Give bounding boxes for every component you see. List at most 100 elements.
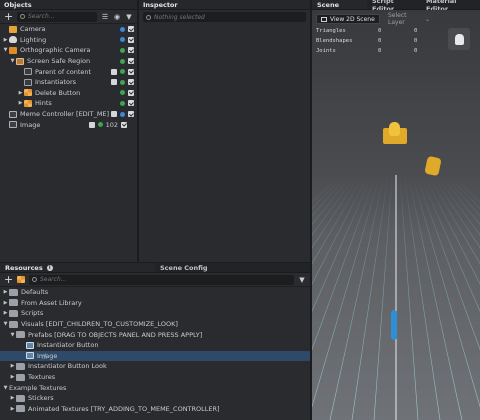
tab-scene-config[interactable]: Scene Config [155, 263, 310, 272]
folder-icon [9, 288, 18, 296]
tree-item-camera[interactable]: Camera [0, 24, 137, 35]
visibility-checkbox[interactable] [128, 36, 134, 43]
resource-folder-animated-textures[interactable]: ▶ Animated Textures [TRY_ADDING_TO_MEME_C… [0, 404, 310, 415]
expand-arrow-icon[interactable]: ▶ [2, 300, 9, 306]
tree-item-label: Hints [35, 99, 52, 108]
resource-folder-visuals[interactable]: ▼ Visuals [EDIT_CHILDREN_TO_CUSTOMIZE_LOO… [0, 319, 310, 330]
resource-folder-asset-library[interactable]: ▶ From Asset Library [0, 298, 310, 309]
visibility-checkbox[interactable] [128, 26, 134, 33]
tree-item-screen-safe-region[interactable]: ▼ Screen Safe Region [0, 56, 137, 67]
expand-arrow-icon[interactable]: ▼ [9, 58, 16, 64]
expand-arrow-icon[interactable]: ▶ [2, 289, 9, 295]
scene-viewport[interactable]: View 2D Scene Select Layer ⌄ Triangles 0 0… [312, 10, 480, 420]
tab-material-editor[interactable]: Material Editor [421, 0, 480, 13]
layer-dot [120, 100, 125, 106]
filter-icon[interactable]: ▼ [125, 13, 133, 21]
expand-arrow-icon[interactable]: ▶ [9, 406, 16, 412]
tree-item-meme-controller[interactable]: Meme Controller [EDIT_ME] [0, 109, 137, 120]
folder-icon [16, 394, 25, 402]
tab-resources-label: Resources [5, 263, 43, 272]
screen-transform-icon [24, 99, 32, 107]
row-controls [111, 68, 134, 75]
objects-panel: Objects + ☰ ◉ ▼ Camera ▶ Lighting ▼ Orth… [0, 0, 137, 262]
resource-folder-prefabs[interactable]: ▼ Prefabs [DRAG TO OBJECTS PANEL AND PRES… [0, 329, 310, 340]
scene-gizmo-icon[interactable] [448, 28, 470, 50]
add-object-icon[interactable]: + [4, 11, 13, 22]
tree-item-delete-button[interactable]: ▶ Delete Button [0, 88, 137, 99]
layer-dot [120, 37, 125, 43]
resource-folder-example-textures[interactable]: ▼ Example Textures [0, 382, 310, 393]
view-2d-scene-button[interactable]: View 2D Scene [316, 14, 380, 24]
stat-value: 0 [414, 48, 418, 54]
expand-arrow-icon[interactable]: ▶ [2, 310, 9, 316]
expand-arrow-icon[interactable]: ▶ [17, 90, 24, 96]
objects-search[interactable] [17, 11, 97, 22]
object-icon [9, 110, 17, 118]
visibility-checkbox[interactable] [128, 58, 134, 65]
objects-search-input[interactable] [28, 13, 94, 20]
tree-item-lighting[interactable]: ▶ Lighting [0, 35, 137, 46]
layer-dot [120, 26, 125, 32]
stat-row: Triangles 0 0 [316, 26, 450, 36]
eye-icon[interactable]: ◉ [113, 13, 121, 21]
stat-value: 0 [378, 48, 382, 54]
object-icon [9, 121, 17, 129]
tree-item-parent-of-content[interactable]: Parent of content [0, 66, 137, 77]
resource-prefab-image[interactable]: Image ☝ [0, 350, 310, 362]
resource-label: Textures [28, 373, 56, 382]
inspector-search[interactable] [143, 12, 306, 22]
visibility-checkbox[interactable] [128, 68, 134, 75]
tree-item-label: Instantiators [35, 78, 76, 87]
resources-toolbar: + ▼ [0, 273, 310, 287]
resource-folder-instantiator-button-look[interactable]: ▶ Instantiator Button Look [0, 361, 310, 372]
layer-count: 102 [105, 120, 118, 129]
tree-item-hints[interactable]: ▶ Hints [0, 98, 137, 109]
resource-folder-stickers[interactable]: ▶ Stickers [0, 393, 310, 404]
tab-resources[interactable]: Resources i [0, 263, 155, 272]
chevron-down-icon: ⌄ [424, 15, 430, 23]
expand-arrow-icon[interactable]: ▶ [9, 363, 16, 369]
visibility-checkbox[interactable] [128, 111, 134, 118]
expand-arrow-icon[interactable]: ▼ [2, 385, 9, 391]
info-icon[interactable]: i [46, 264, 53, 271]
scene-object-blue[interactable] [391, 310, 397, 340]
resources-search-input[interactable] [40, 276, 291, 283]
list-view-icon[interactable]: ☰ [101, 13, 109, 21]
tree-item-label: Camera [20, 25, 46, 34]
visibility-checkbox[interactable] [128, 47, 134, 54]
expand-arrow-icon[interactable]: ▶ [9, 374, 16, 380]
expand-arrow-icon[interactable]: ▶ [9, 395, 16, 401]
stat-value: 0 [414, 28, 418, 34]
tree-item-label: Orthographic Camera [20, 46, 91, 55]
expand-arrow-icon[interactable]: ▶ [2, 37, 9, 43]
resource-folder-scripts[interactable]: ▶ Scripts [0, 308, 310, 319]
folder-icon [9, 299, 18, 307]
tab-script-editor[interactable]: Script Editor [367, 0, 421, 13]
scene-object-yellow-figure[interactable] [389, 122, 400, 136]
folder-icon [16, 405, 25, 413]
tab-scene[interactable]: Scene [312, 0, 367, 9]
tree-item-orthographic-camera[interactable]: ▼ Orthographic Camera [0, 45, 137, 56]
visibility-checkbox[interactable] [128, 100, 134, 107]
resource-prefab-instantiator-button[interactable]: Instantiator Button [0, 340, 310, 351]
layer-dot [120, 111, 125, 117]
inspector-search-input[interactable] [154, 13, 303, 21]
tree-item-instantiators[interactable]: Instantiators [0, 77, 137, 88]
select-layer-dropdown[interactable]: Select Layer ⌄ [384, 12, 434, 26]
asset-library-icon[interactable] [17, 276, 25, 283]
resources-search[interactable] [29, 274, 294, 285]
view-2d-scene-label: View 2D Scene [330, 15, 375, 23]
resource-folder-textures[interactable]: ▶ Textures [0, 372, 310, 383]
stat-row: Joints 0 0 [316, 46, 450, 56]
filter-icon[interactable]: ▼ [298, 276, 306, 284]
add-resource-icon[interactable]: + [4, 274, 13, 285]
resource-folder-defaults[interactable]: ▶ Defaults [0, 287, 310, 298]
expand-arrow-icon[interactable]: ▼ [2, 47, 9, 53]
visibility-checkbox[interactable] [128, 89, 134, 96]
expand-arrow-icon[interactable]: ▼ [9, 332, 16, 338]
expand-arrow-icon[interactable]: ▼ [2, 321, 9, 327]
tree-item-image[interactable]: Image 102 [0, 119, 137, 130]
visibility-checkbox[interactable] [121, 121, 127, 128]
visibility-checkbox[interactable] [128, 79, 134, 86]
expand-arrow-icon[interactable]: ▶ [17, 100, 24, 106]
